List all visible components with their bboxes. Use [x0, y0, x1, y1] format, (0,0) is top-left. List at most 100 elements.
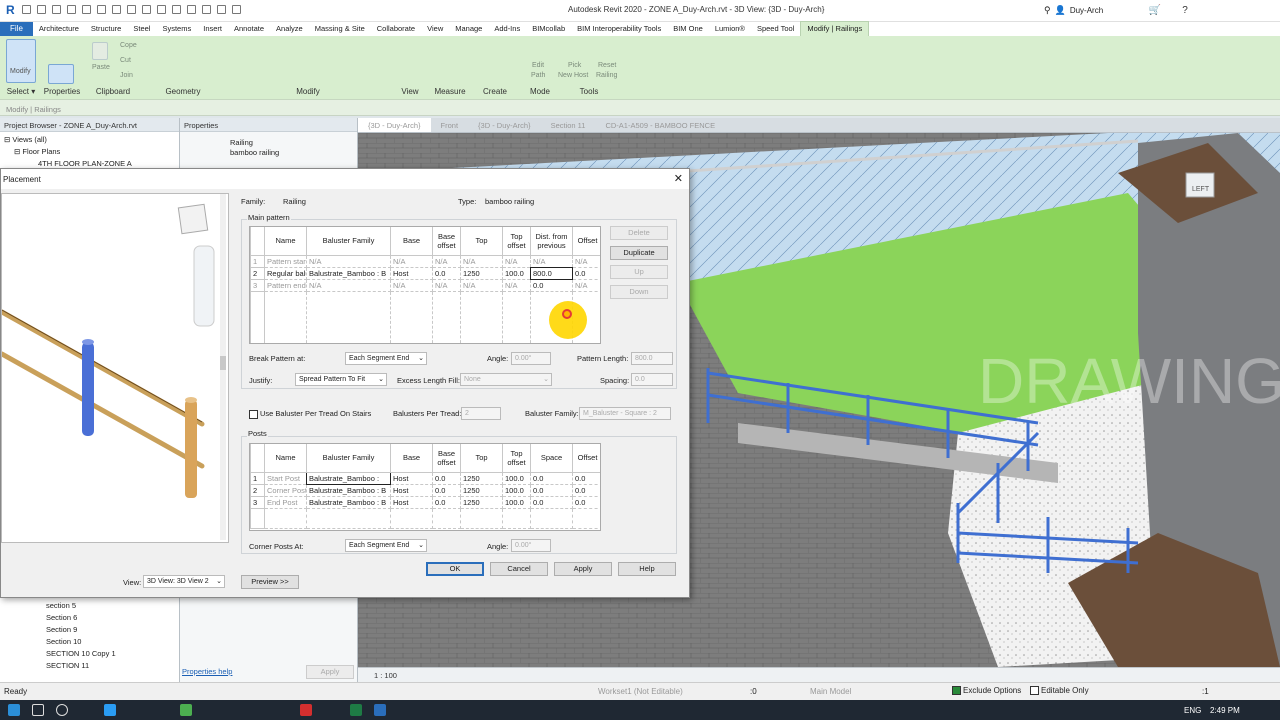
cancel-button[interactable]: Cancel	[490, 562, 548, 576]
excess-length-select[interactable]: None ⌄	[460, 373, 552, 386]
cope-label[interactable]: Cope	[120, 42, 137, 49]
pick-new-host-label[interactable]: Pick	[568, 62, 581, 69]
tab-manage[interactable]: Manage	[449, 22, 488, 36]
table-cell[interactable]: 0.0	[432, 483, 461, 497]
table-cell[interactable]: 0.0	[432, 471, 461, 485]
switch-windows-icon[interactable]	[232, 5, 241, 14]
tree-item-views[interactable]: ⊟ Views (all)	[4, 134, 175, 146]
per-tread-input[interactable]: 2	[461, 407, 501, 420]
tab-insert[interactable]: Insert	[197, 22, 228, 36]
preview-pane[interactable]	[0, 193, 229, 543]
type-selector[interactable]: Railing bamboo railing	[180, 132, 357, 164]
table-cell[interactable]: 0.0	[572, 266, 600, 280]
help-icon[interactable]: ?	[1170, 0, 1200, 22]
tree-item-section[interactable]: Section 9	[46, 624, 116, 636]
justify-select[interactable]: Spread Pattern To Fit ⌄	[295, 373, 387, 386]
tab-add-ins[interactable]: Add-Ins	[488, 22, 526, 36]
dist-from-previous-input[interactable]: 800.0	[530, 266, 573, 280]
tab-analyze[interactable]: Analyze	[270, 22, 309, 36]
help-button[interactable]: Help	[618, 562, 676, 576]
ok-button[interactable]: OK	[426, 562, 484, 576]
select-label[interactable]: Select ▾	[0, 87, 42, 96]
join-label[interactable]: Join	[120, 72, 133, 79]
start-post-family-select[interactable]: Balustrate_Bamboo :	[306, 471, 391, 485]
tab-speed-tool[interactable]: Speed Tool	[751, 22, 800, 36]
clock[interactable]: 2:49 PM	[1210, 706, 1240, 715]
open-icon[interactable]	[22, 5, 31, 14]
table-row[interactable]: 3 Pattern end N/A N/A N/A N/A N/A 0.0 N/…	[250, 278, 600, 292]
table-cell[interactable]: 0.0	[572, 483, 600, 497]
user-area[interactable]: ⚲ 👤 Duy-Arch	[1044, 5, 1103, 16]
table-cell[interactable]: 100.0	[502, 483, 531, 497]
tab-bim-one[interactable]: BIM One	[667, 22, 709, 36]
table-cell[interactable]: Regular baluster	[264, 266, 307, 280]
thin-lines-icon[interactable]	[202, 5, 211, 14]
spacing-input[interactable]: 0.0	[631, 373, 673, 386]
tab-bim-interoperability[interactable]: BIM Interoperability Tools	[571, 22, 667, 36]
table-row[interactable]: 2 Regular baluster Balustrate_Bamboo : B…	[250, 266, 600, 280]
table-cell[interactable]: 0.0	[530, 495, 573, 509]
table-row[interactable]: 3 End Post Balustrate_Bamboo : B Host 0.…	[250, 495, 600, 509]
tab-view[interactable]: View	[421, 22, 449, 36]
model-selector[interactable]: Main Model	[810, 687, 851, 696]
tab-modify-railings[interactable]: Modify | Railings	[800, 21, 870, 37]
sync-icon[interactable]	[52, 5, 61, 14]
table-cell[interactable]: Host	[390, 483, 433, 497]
table-row[interactable]: 1 Start Post Balustrate_Bamboo : Host 0.…	[250, 471, 600, 485]
modify-button[interactable]: Modify	[6, 39, 36, 83]
table-cell[interactable]: Balustrate_Bamboo : B	[306, 495, 391, 509]
tab-section-11[interactable]: Section 11	[541, 118, 596, 132]
table-cell[interactable]: 1250	[460, 266, 503, 280]
edge-icon[interactable]	[104, 704, 116, 716]
corner-angle-input[interactable]: 0.00°	[511, 539, 551, 552]
filter-count[interactable]: :1	[1202, 687, 1209, 696]
tree-item-section[interactable]: SECTION 11	[46, 660, 116, 672]
table-cell[interactable]: 0.0	[530, 278, 573, 292]
tab-massing-site[interactable]: Massing & Site	[309, 22, 371, 36]
table-cell[interactable]: Host	[390, 495, 433, 509]
table-cell[interactable]: 100.0	[502, 495, 531, 509]
editable-only[interactable]: Editable Only	[1030, 686, 1089, 696]
tab-systems[interactable]: Systems	[156, 22, 197, 36]
main-pattern-table[interactable]: Name Baluster Family Base Base offset To…	[249, 226, 601, 344]
scale-value[interactable]: 1 : 100	[374, 671, 397, 680]
tree-item-section[interactable]: Section 10	[46, 636, 116, 648]
section-icon[interactable]	[187, 5, 196, 14]
properties-help-link[interactable]: Properties help	[182, 667, 232, 676]
tab-architecture[interactable]: Architecture	[33, 22, 85, 36]
task-view-icon[interactable]	[56, 704, 68, 716]
table-cell[interactable]: 1250	[460, 495, 503, 509]
table-cell[interactable]: Host	[390, 266, 433, 280]
down-button[interactable]: Down	[610, 285, 668, 299]
print-icon[interactable]	[97, 5, 106, 14]
tree-item-section[interactable]: SECTION 10 Copy 1	[46, 648, 116, 660]
tree-item-section[interactable]: Section 6	[46, 612, 116, 624]
table-cell[interactable]: 100.0	[502, 266, 531, 280]
reset-railing-label[interactable]: Reset	[598, 62, 616, 69]
table-cell[interactable]: 0.0	[432, 495, 461, 509]
properties-apply-button[interactable]: Apply	[306, 665, 354, 679]
angle-input[interactable]: 0.00°	[511, 352, 551, 365]
revit-taskbar-icon[interactable]	[374, 704, 386, 716]
search-icon[interactable]: ⚲	[1044, 5, 1051, 16]
measure-icon[interactable]	[112, 5, 121, 14]
acrobat-icon[interactable]	[300, 704, 312, 716]
tag-icon[interactable]	[142, 5, 151, 14]
search-icon[interactable]	[32, 704, 44, 716]
baluster-family-select[interactable]: M_Baluster - Square : 2	[579, 407, 671, 420]
redo-icon[interactable]	[82, 5, 91, 14]
3d-view-icon[interactable]	[172, 5, 181, 14]
save-icon[interactable]	[37, 5, 46, 14]
posts-table[interactable]: Name Baluster Family Base Base offset To…	[249, 443, 601, 531]
table-row[interactable]: 1 Pattern start N/A N/A N/A N/A N/A N/A …	[250, 254, 600, 268]
tab-steel[interactable]: Steel	[127, 22, 156, 36]
tab-bamboo-fence[interactable]: CD-A1-A509 - BAMBOO FENCE	[595, 118, 725, 132]
cut-label[interactable]: Cut	[120, 57, 131, 64]
tab-3d-duy-arch-2[interactable]: {3D - Duy-Arch}	[468, 118, 541, 132]
tab-annotate[interactable]: Annotate	[228, 22, 270, 36]
view-select[interactable]: 3D View: 3D View 2 ⌄	[143, 575, 225, 588]
tab-bimcollab[interactable]: BIMcollab	[526, 22, 571, 36]
table-row[interactable]: 2 Corner Post Balustrate_Bamboo : B Host…	[250, 483, 600, 497]
apply-button[interactable]: Apply	[554, 562, 612, 576]
close-icon[interactable]: ✕	[674, 172, 683, 185]
